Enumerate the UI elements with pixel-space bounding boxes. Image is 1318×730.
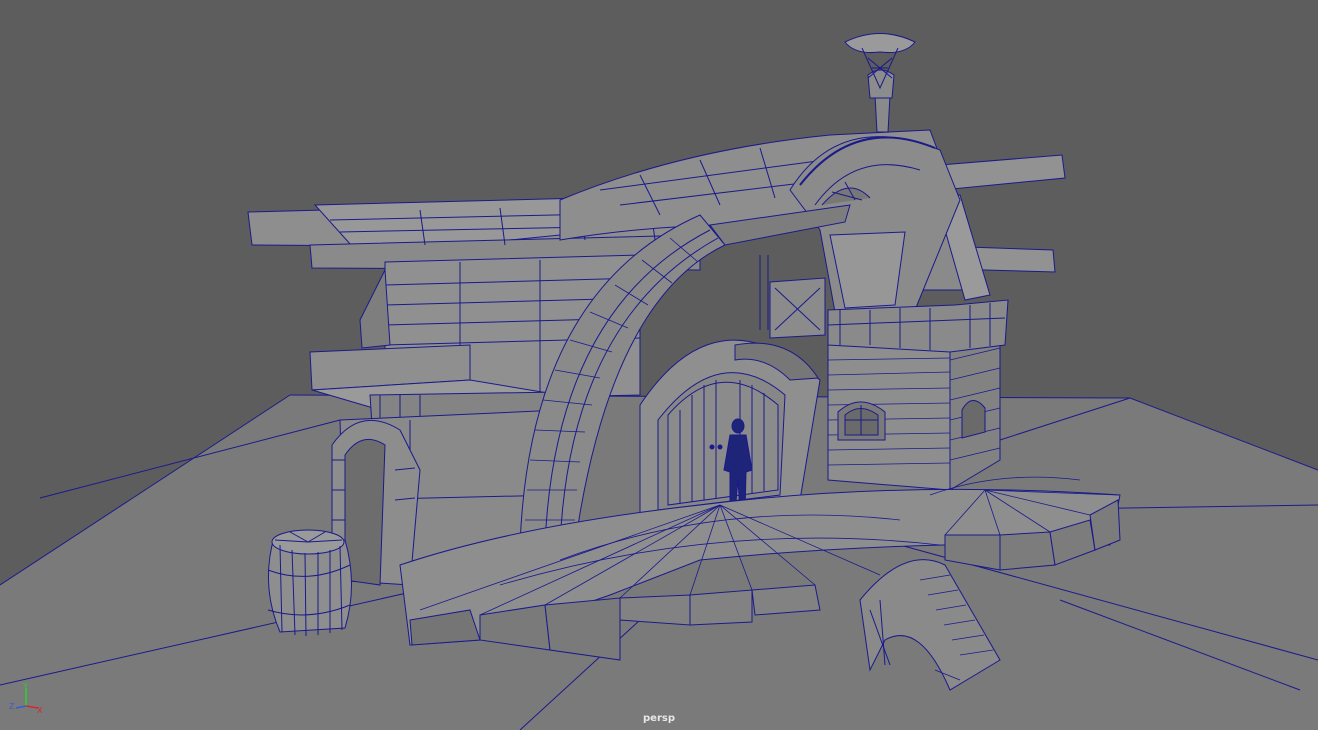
camera-name-label: persp (643, 713, 675, 724)
axis-gizmo: Y X Z (9, 682, 43, 715)
z-axis-line (15, 705, 27, 709)
scene-canvas[interactable] (0, 0, 1318, 730)
x-axis-label: X (37, 706, 43, 715)
right-tower[interactable] (827, 299, 1009, 491)
z-axis-label: Z (9, 702, 15, 711)
chimney[interactable] (844, 33, 916, 133)
barrel[interactable] (267, 529, 352, 637)
maya-perspective-viewport[interactable]: persp Y X Z (0, 0, 1318, 730)
wooden-door[interactable] (667, 380, 779, 506)
y-axis-label: Y (22, 682, 28, 691)
